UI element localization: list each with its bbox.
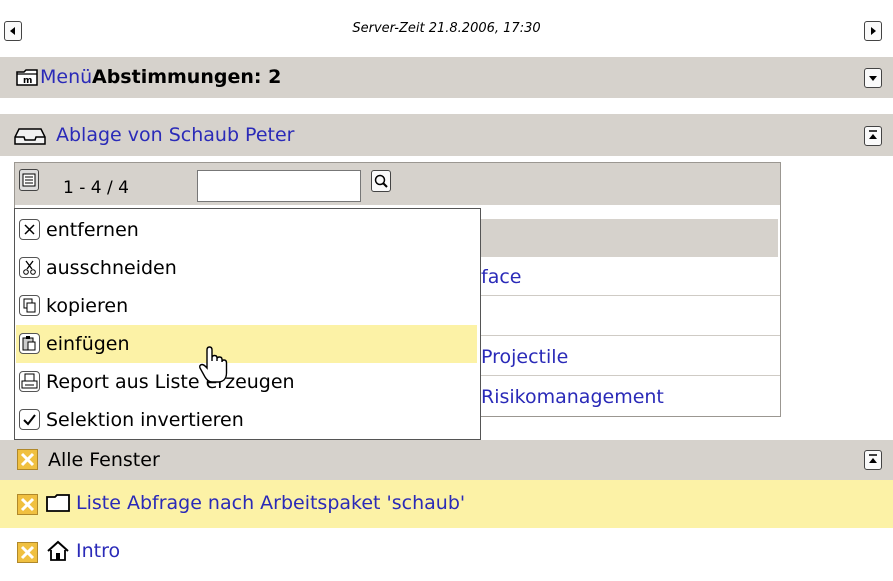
menu-item-selektion-invertieren[interactable]: Selektion invertieren: [16, 401, 477, 439]
copy-icon: [19, 295, 40, 316]
checkbox-icon: [19, 409, 40, 430]
menu-item-entfernen[interactable]: entfernen: [16, 211, 477, 249]
top-bar: Server-Zeit 21.8.2006, 17:30: [0, 0, 893, 50]
chevron-down-icon: [869, 76, 877, 81]
menu-title: Abstimmungen: 2: [92, 66, 282, 88]
table-row[interactable]: Projectile: [481, 346, 568, 368]
table-row[interactable]: Risikomanagement: [481, 386, 664, 408]
windows-title: Alle Fenster: [48, 449, 160, 471]
menu-bar: m Menü Abstimmungen: 2: [0, 57, 893, 98]
menu-item-report[interactable]: Report aus Liste erzeugen: [16, 363, 477, 401]
menu-folder-icon: m: [16, 69, 38, 86]
menu-item-label: Selektion invertieren: [46, 409, 244, 431]
arrow-right-icon: [871, 27, 876, 35]
window-item-liste-abfrage[interactable]: Liste Abfrage nach Arbeitspaket 'schaub': [0, 480, 893, 528]
search-input[interactable]: [197, 170, 361, 202]
collapse-ablage-button[interactable]: [864, 126, 882, 146]
printer-icon: [19, 371, 40, 392]
collapse-menu-button[interactable]: [864, 68, 882, 88]
scissors-icon: [19, 257, 40, 278]
ablage-bar: Ablage von Schaub Peter: [0, 114, 893, 156]
menu-item-einfuegen[interactable]: einfügen: [16, 325, 477, 363]
chevron-up-icon: [869, 130, 877, 139]
table-column-header: [481, 219, 778, 257]
scroll-right-button[interactable]: [864, 21, 882, 41]
collapse-windows-button[interactable]: [864, 450, 882, 470]
window-item-label: Liste Abfrage nach Arbeitspaket 'schaub': [76, 492, 466, 514]
search-icon: [374, 174, 388, 188]
close-window-icon[interactable]: [17, 494, 38, 515]
paste-icon: [19, 333, 40, 354]
svg-text:m: m: [23, 76, 32, 86]
home-icon: [47, 540, 69, 561]
menu-item-label: ausschneiden: [46, 257, 177, 279]
list-icon: [22, 173, 36, 187]
pager-text: 1 - 4 / 4: [63, 178, 129, 198]
table-row[interactable]: face: [481, 266, 521, 288]
menu-link[interactable]: Menü: [40, 66, 92, 88]
close-window-icon[interactable]: [17, 542, 38, 563]
list-header: 1 - 4 / 4: [15, 163, 780, 205]
list-menu-button[interactable]: [19, 169, 39, 191]
inbox-tray-icon: [14, 128, 46, 145]
close-icon: [19, 219, 40, 240]
context-menu: entfernen ausschneiden kopieren einfügen: [14, 208, 481, 440]
menu-item-label: entfernen: [46, 219, 139, 241]
close-all-windows-icon[interactable]: [17, 449, 38, 470]
folder-icon: [46, 494, 70, 512]
window-item-intro[interactable]: Intro: [0, 528, 893, 576]
menu-item-label: kopieren: [46, 295, 129, 317]
menu-item-kopieren[interactable]: kopieren: [16, 287, 477, 325]
hand-cursor-icon: [199, 346, 228, 383]
menu-item-label: einfügen: [46, 333, 130, 355]
windows-bar: Alle Fenster: [0, 440, 893, 480]
menu-item-label: Report aus Liste erzeugen: [46, 371, 295, 393]
ablage-title[interactable]: Ablage von Schaub Peter: [56, 124, 294, 146]
window-item-label: Intro: [76, 540, 121, 562]
menu-item-ausschneiden[interactable]: ausschneiden: [16, 249, 477, 287]
chevron-up-icon: [869, 454, 877, 463]
server-time: Server-Zeit 21.8.2006, 17:30: [352, 21, 541, 36]
search-button[interactable]: [371, 170, 391, 192]
